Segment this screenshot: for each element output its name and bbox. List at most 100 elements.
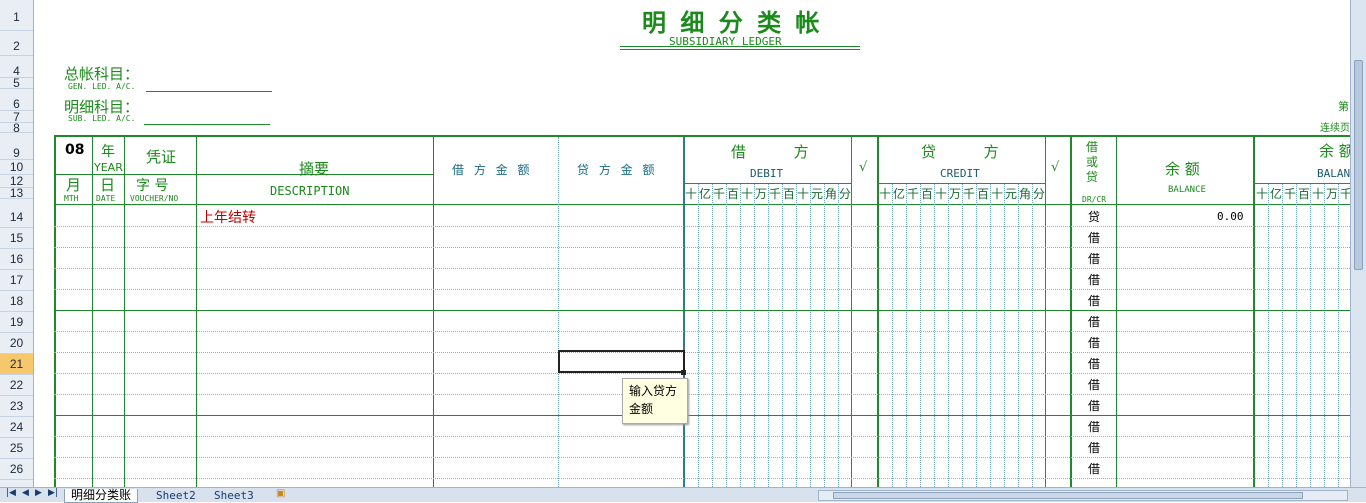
sub-ledger-input-line[interactable] (144, 124, 270, 125)
page-mark: 第 (1338, 100, 1349, 113)
hscroll-thumb[interactable] (833, 492, 1303, 499)
row-drcr[interactable]: 借 (1088, 229, 1100, 246)
tab-nav-prev-icon[interactable]: ◀ (22, 488, 29, 498)
header-drcr-en: DR/CR (1082, 195, 1107, 204)
horizontal-scrollbar[interactable] (818, 490, 1348, 501)
row-drcr[interactable]: 借 (1088, 439, 1100, 456)
tab-sheet2[interactable]: Sheet2 (150, 489, 202, 502)
row-number[interactable]: 2 (0, 36, 33, 56)
header-credit-amount: 贷 方 金 额 (577, 163, 658, 177)
digit-column-divider (838, 184, 839, 487)
col-line (1116, 137, 1117, 487)
row-drcr[interactable]: 借 (1088, 250, 1100, 267)
digit-unit-label: 分 (1033, 187, 1046, 201)
header-balance-cn: 余 额 (1165, 160, 1200, 178)
tooltip-line2: 金额 (629, 402, 654, 416)
tab-nav-next-icon[interactable]: ▶ (35, 488, 42, 498)
row-number[interactable]: 22 (0, 375, 33, 396)
row-divider (54, 310, 1350, 311)
digit-column-divider (796, 184, 797, 487)
tab-nav-first-icon[interactable]: |◀ (6, 488, 16, 498)
row-drcr[interactable]: 贷 (1088, 208, 1100, 225)
header-month-cn: 月 (66, 176, 82, 194)
row-drcr[interactable]: 借 (1088, 418, 1100, 435)
digit-unit-label: 亿 (699, 187, 712, 201)
digit-column-divider (948, 184, 949, 487)
row-drcr[interactable]: 借 (1088, 292, 1100, 309)
fill-handle[interactable] (681, 370, 686, 375)
digit-unit-label: 十 (935, 187, 948, 201)
row-drcr[interactable]: 借 (1088, 397, 1100, 414)
digit-column-divider (1004, 184, 1005, 487)
insert-sheet-icon[interactable]: ▣ (276, 488, 285, 499)
title-underline-top (620, 46, 860, 47)
row-drcr[interactable]: 借 (1088, 271, 1100, 288)
input-tooltip: 输入贷方 金额 (622, 378, 688, 424)
sub-ledger-label-en: SUB. LED. A/C. (68, 114, 136, 123)
tab-sheet3[interactable]: Sheet3 (208, 489, 260, 502)
header-bottom-border (54, 204, 1350, 205)
header-desc-en: DESCRIPTION (270, 184, 350, 198)
digit-unit-label: 万 (1326, 187, 1339, 201)
sheet-tab-bar: |◀ ◀ ▶ ▶| 明细分类账 Sheet2 Sheet3 ▣ (0, 487, 1366, 503)
row-number[interactable]: 10 (0, 160, 33, 175)
row-number[interactable]: 24 (0, 417, 33, 438)
row-number[interactable]: 5 (0, 77, 33, 89)
gen-ledger-input-line[interactable] (146, 91, 272, 92)
scroll-thumb[interactable] (1354, 60, 1363, 270)
digit-unit-label: 千 (907, 187, 920, 201)
row-number[interactable]: 23 (0, 396, 33, 417)
row-number[interactable]: 18 (0, 291, 33, 312)
row-divider (54, 394, 1350, 395)
selected-cell-credit-amount[interactable] (558, 350, 685, 373)
row-number[interactable]: 1 (0, 4, 33, 31)
col-line (124, 137, 125, 487)
row-drcr[interactable]: 借 (1088, 355, 1100, 372)
row-divider (54, 247, 1350, 248)
digit-column-divider (1296, 184, 1297, 487)
row-drcr[interactable]: 借 (1088, 460, 1100, 477)
digit-unit-label: 万 (755, 187, 768, 201)
vertical-scrollbar[interactable] (1350, 0, 1366, 487)
row-number[interactable]: 9 (0, 147, 33, 160)
row-number[interactable]: 16 (0, 249, 33, 270)
row-number[interactable]: 6 (0, 97, 33, 111)
digit-unit-label: 十 (1256, 187, 1269, 201)
digit-unit-label: 角 (1019, 187, 1032, 201)
header-month-num: 08 (65, 142, 85, 158)
digit-column-divider (782, 184, 783, 487)
row-number[interactable]: 8 (0, 122, 33, 134)
row-divider (54, 457, 1350, 458)
row-drcr[interactable]: 借 (1088, 334, 1100, 351)
digit-column-divider (1032, 184, 1033, 487)
row-number[interactable]: 17 (0, 270, 33, 291)
digit-column-divider (1310, 184, 1311, 487)
row-number[interactable]: 14 (0, 207, 33, 228)
tab-sheet-ledger[interactable]: 明细分类账 (64, 489, 139, 503)
header-balance-en: BALANCE (1168, 185, 1206, 195)
header-drcr-cn: 借 或 贷 (1086, 140, 1099, 184)
digit-unit-label: 亿 (1270, 187, 1283, 201)
row-drcr[interactable]: 借 (1088, 313, 1100, 330)
row-number[interactable]: 19 (0, 312, 33, 333)
row-number[interactable]: 15 (0, 228, 33, 249)
digit-column-divider (962, 184, 963, 487)
row-drcr[interactable]: 借 (1088, 376, 1100, 393)
row-balance[interactable]: 0.00 (1217, 210, 1244, 223)
digit-unit-label: 百 (783, 187, 796, 201)
header-year-cn: 年 (101, 144, 115, 160)
spreadsheet-grid[interactable]: 明 细 分 类 帐 SUBSIDIARY LEDGER 总帐科目： GEN. L… (34, 0, 1350, 487)
row-number[interactable]: 20 (0, 333, 33, 354)
digit-unit-label: 千 (713, 187, 726, 201)
row-description[interactable]: 上年结转 (200, 207, 256, 227)
row-number[interactable]: 25 (0, 438, 33, 459)
digit-column-divider (698, 184, 699, 487)
row-number[interactable]: 21 (0, 354, 33, 375)
row-number[interactable]: 13 (0, 187, 33, 199)
digit-column-divider (1268, 184, 1269, 487)
digit-unit-label: 千 (1340, 187, 1350, 201)
row-divider (54, 268, 1350, 269)
tab-nav-last-icon[interactable]: ▶| (48, 488, 58, 498)
header-desc-cn: 摘要 (299, 160, 330, 178)
row-number[interactable]: 26 (0, 459, 33, 480)
